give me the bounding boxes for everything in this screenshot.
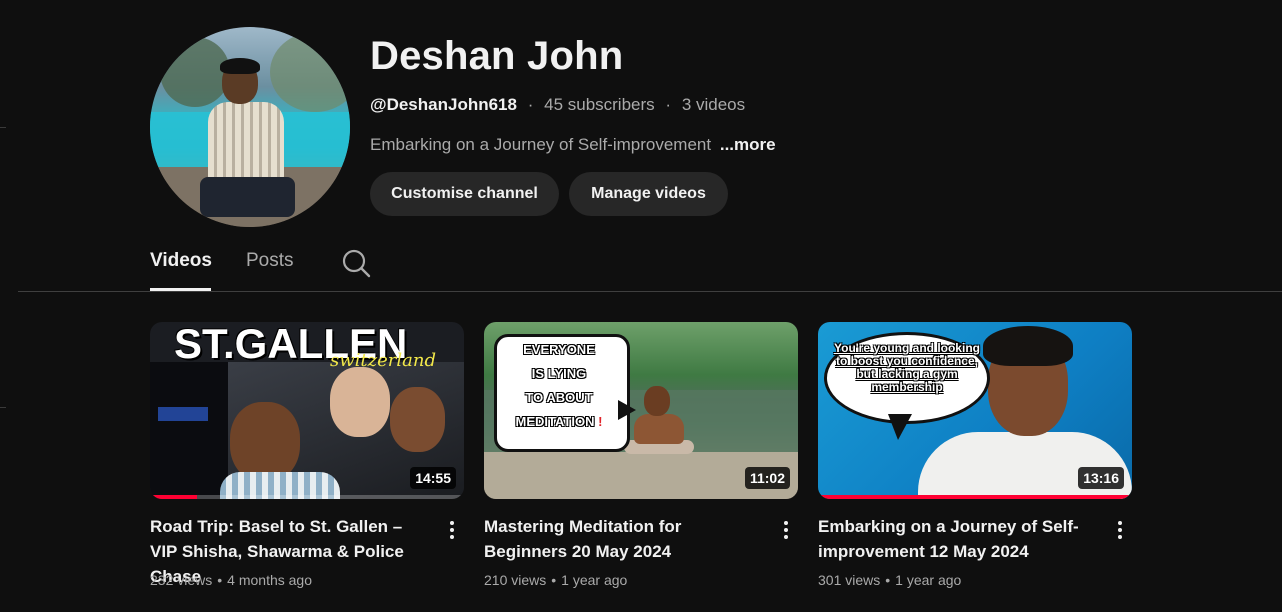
video-title[interactable]: Mastering Meditation for Beginners 20 Ma… [484, 514, 762, 564]
upload-age: 1 year ago [561, 572, 628, 588]
thumb-art [983, 326, 1073, 366]
more-link[interactable]: ...more [720, 135, 776, 154]
channel-name: Deshan John [370, 34, 624, 78]
thumb-art [390, 387, 445, 452]
more-options-icon[interactable] [1108, 518, 1132, 542]
channel-description-text: Embarking on a Journey of Self-improveme… [370, 135, 712, 154]
channel-description[interactable]: Embarking on a Journey of Self-improveme… [370, 135, 776, 155]
channel-handle: @DeshanJohn618 [370, 95, 517, 114]
video-duration: 11:02 [744, 467, 790, 489]
video-duration: 13:16 [1078, 467, 1124, 489]
tabs-divider [18, 291, 1282, 292]
tab-videos[interactable]: Videos [150, 250, 212, 272]
thumbnail-caption: EVERYONE IS LYING TO ABOUT MEDITATION ! [515, 342, 603, 429]
avatar-person [200, 177, 295, 217]
separator: • [885, 572, 891, 588]
separator: · [527, 95, 534, 114]
video-title[interactable]: Embarking on a Journey of Self-improveme… [818, 514, 1096, 564]
subscriber-count: 45 subscribers [544, 95, 655, 114]
video-card: You're young and looking to boost you co… [818, 322, 1132, 588]
upload-age: 1 year ago [895, 572, 962, 588]
separator: • [217, 572, 223, 588]
watch-progress [150, 495, 198, 499]
avatar-person [208, 102, 284, 182]
thumb-art [644, 386, 670, 416]
tab-posts[interactable]: Posts [246, 250, 294, 272]
thumbnail-caption: switzerland [330, 350, 436, 371]
separator: · [665, 95, 672, 114]
video-meta: 210 views • 1 year ago [484, 572, 627, 588]
video-meta: 301 views • 1 year ago [818, 572, 961, 588]
edge-mark [0, 127, 6, 128]
view-count: 232 views [150, 572, 213, 588]
thumb-art [330, 367, 390, 437]
watch-progress [818, 495, 1132, 499]
manage-videos-button[interactable]: Manage videos [569, 172, 728, 216]
upload-age: 4 months ago [227, 572, 313, 588]
more-options-icon[interactable] [440, 518, 464, 542]
video-duration: 14:55 [410, 467, 456, 489]
video-card: ST.GALLEN switzerland 14:55 Road Trip: B… [150, 322, 464, 588]
video-thumbnail[interactable]: EVERYONE IS LYING TO ABOUT MEDITATION ! … [484, 322, 798, 499]
edge-mark [0, 407, 6, 408]
thumb-art [230, 402, 300, 482]
more-options-icon[interactable] [774, 518, 798, 542]
video-thumbnail[interactable]: ST.GALLEN switzerland 14:55 [150, 322, 464, 499]
video-card: EVERYONE IS LYING TO ABOUT MEDITATION ! … [484, 322, 798, 588]
video-thumbnail[interactable]: You're young and looking to boost you co… [818, 322, 1132, 499]
speech-bubble [888, 414, 912, 440]
customise-channel-button[interactable]: Customise channel [370, 172, 559, 216]
avatar-person [220, 58, 260, 74]
channel-meta: @DeshanJohn618 · 45 subscribers · 3 vide… [370, 95, 745, 115]
progress-track [150, 495, 464, 499]
channel-avatar[interactable] [150, 27, 350, 227]
view-count: 210 views [484, 572, 547, 588]
thumbnail-caption: You're young and looking to boost you co… [834, 341, 980, 394]
avatar-tree [160, 37, 230, 107]
video-count: 3 videos [681, 95, 746, 114]
view-count: 301 views [818, 572, 881, 588]
avatar-tree [270, 32, 350, 112]
search-icon[interactable] [340, 247, 372, 279]
video-meta: 232 views • 4 months ago [150, 572, 312, 588]
thumb-art [634, 414, 684, 444]
thumb-art [158, 407, 208, 421]
separator: • [551, 572, 557, 588]
